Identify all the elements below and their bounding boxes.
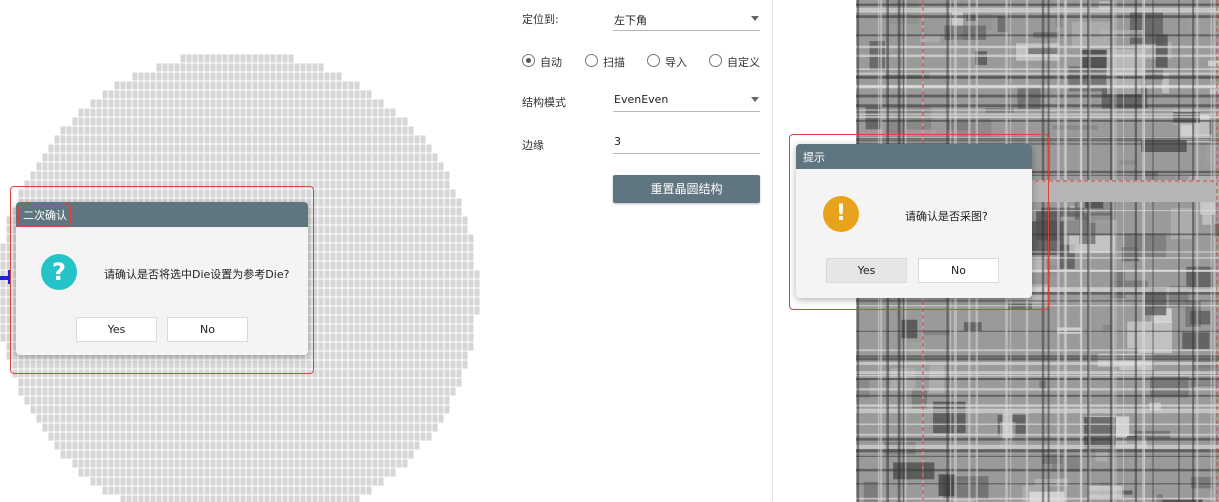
chevron-down-icon — [751, 97, 759, 102]
structure-select-value: EvenEven — [614, 93, 669, 106]
structure-select[interactable]: EvenEven — [613, 88, 760, 112]
panel-divider — [772, 0, 773, 502]
mode-radio-label: 自动 — [540, 56, 562, 69]
reset-wafer-structure-button[interactable]: 重置晶圆结构 — [613, 175, 760, 203]
mode-radio-label: 自定义 — [727, 56, 760, 69]
edge-input[interactable]: 3 — [613, 130, 760, 154]
chevron-down-icon — [751, 16, 759, 21]
mode-radio-label: 扫描 — [603, 56, 625, 69]
radio-unselected-icon — [647, 54, 660, 67]
locate-select-value: 左下角 — [614, 14, 647, 27]
radio-selected-icon — [522, 54, 535, 67]
mode-radio-label: 导入 — [665, 56, 687, 69]
wafer-settings-panel: 定位到: 左下角 自动 扫描 导入 自定义 结构模式 EvenEven 边缘 3 — [500, 0, 772, 502]
locate-label: 定位到: — [522, 13, 559, 26]
prompt-dialog-highlight — [789, 134, 1049, 310]
edge-label: 边缘 — [522, 139, 544, 152]
radio-unselected-icon — [585, 54, 598, 67]
radio-unselected-icon — [709, 54, 722, 67]
locate-select[interactable]: 左下角 — [613, 7, 760, 31]
structure-label: 结构模式 — [522, 96, 566, 109]
app-window: 定位到: 左下角 自动 扫描 导入 自定义 结构模式 EvenEven 边缘 3 — [0, 0, 1219, 502]
edge-input-value: 3 — [614, 135, 621, 148]
confirm-title-highlight — [18, 203, 71, 227]
